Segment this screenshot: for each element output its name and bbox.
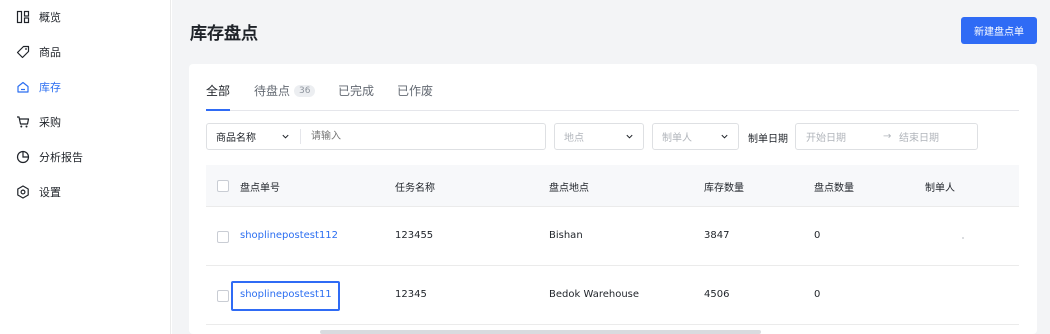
location-select[interactable]: 地点 xyxy=(554,123,644,150)
tab-active-indicator xyxy=(206,109,230,111)
sidebar-item-reports[interactable]: 分析报告 xyxy=(16,147,83,167)
keyword-filter-group: 商品名称 xyxy=(206,123,546,150)
column-header-id: 盘点单号 xyxy=(240,183,280,194)
tab-label: 全部 xyxy=(206,84,231,98)
tab-label: 已完成 xyxy=(338,84,375,98)
horizontal-scrollbar[interactable] xyxy=(320,330,761,334)
stocktake-card: 全部 待盘点 36 已完成 已作废 商品名称 地点 xyxy=(189,64,1037,334)
sidebar-item-products[interactable]: 商品 xyxy=(16,42,61,62)
creator-placeholder-dot xyxy=(962,237,964,239)
date-filter-label: 制单日期 xyxy=(748,134,788,145)
sidebar-item-label: 采购 xyxy=(39,116,61,129)
stocktake-id-link[interactable]: shoplinepostest11 xyxy=(240,289,332,300)
sidebar-item-inventory[interactable]: 库存 xyxy=(16,77,61,97)
sidebar-item-label: 商品 xyxy=(39,46,61,59)
tag-icon xyxy=(16,45,30,59)
sidebar-item-label: 概览 xyxy=(39,11,61,24)
settings-icon xyxy=(16,185,30,199)
column-header-creator: 制单人 xyxy=(925,183,955,194)
tab-label: 已作废 xyxy=(397,84,434,98)
stocktake-id-link[interactable]: shoplinepostest112 xyxy=(240,230,338,241)
tab-bar: 全部 待盘点 36 已完成 已作废 xyxy=(206,78,1019,111)
main-content: 库存盘点 新建盘点单 全部 待盘点 36 已完成 已作废 商品名称 请输入 地点… xyxy=(172,0,1050,334)
chart-icon xyxy=(16,150,30,164)
select-all-checkbox[interactable] xyxy=(217,180,229,192)
sidebar-item-purchasing[interactable]: 采购 xyxy=(16,112,61,132)
chevron-down-icon xyxy=(626,134,633,139)
stock-qty-cell: 3847 xyxy=(704,230,730,241)
cart-icon xyxy=(16,115,30,129)
date-range-picker[interactable]: 开始日期 → 结束日期 xyxy=(795,123,978,150)
tab-label: 待盘点 xyxy=(254,84,291,98)
task-name-cell: 12345 xyxy=(395,289,427,300)
counted-qty-cell: 0 xyxy=(814,230,821,241)
counted-qty-cell: 0 xyxy=(814,289,821,300)
tab-all[interactable]: 全部 xyxy=(206,82,230,99)
overview-icon xyxy=(16,10,30,24)
search-field-value: 商品名称 xyxy=(216,133,256,144)
creator-placeholder: 制单人 xyxy=(662,133,692,144)
end-date-placeholder: 结束日期 xyxy=(899,133,939,144)
location-cell: Bedok Warehouse xyxy=(549,289,640,300)
sidebar-item-label: 库存 xyxy=(39,81,61,94)
sidebar: 概览 商品 库存 采购 分析报告 设置 xyxy=(0,0,171,334)
table-row: shoplinepostest112 123455 Bishan 3847 0 xyxy=(206,207,1019,266)
sidebar-item-settings[interactable]: 设置 xyxy=(16,182,61,202)
sidebar-item-overview[interactable]: 概览 xyxy=(16,7,61,27)
location-placeholder: 地点 xyxy=(564,133,584,144)
task-name-cell: 123455 xyxy=(395,230,434,241)
column-header-location: 盘点地点 xyxy=(549,183,589,194)
row-checkbox[interactable] xyxy=(217,231,229,243)
column-header-stock: 库存数量 xyxy=(704,183,744,194)
chevron-down-icon xyxy=(282,134,289,139)
tab-pending[interactable]: 待盘点 36 xyxy=(254,82,316,99)
home-icon xyxy=(16,80,30,94)
tab-completed[interactable]: 已完成 xyxy=(338,82,374,99)
location-cell: Bishan xyxy=(549,230,583,241)
search-field-select[interactable]: 商品名称 xyxy=(207,124,300,149)
pending-count-badge: 36 xyxy=(294,84,316,97)
page-title: 库存盘点 xyxy=(190,24,258,44)
sidebar-item-label: 设置 xyxy=(39,186,61,199)
column-header-task: 任务名称 xyxy=(395,183,435,194)
tab-voided[interactable]: 已作废 xyxy=(397,82,433,99)
new-stocktake-button[interactable]: 新建盘点单 xyxy=(961,17,1037,44)
stock-qty-cell: 4506 xyxy=(704,289,730,300)
keyword-input[interactable] xyxy=(311,129,536,144)
table-row: shoplinepostest11 12345 Bedok Warehouse … xyxy=(206,266,1019,325)
creator-select[interactable]: 制单人 xyxy=(652,123,739,150)
sidebar-item-label: 分析报告 xyxy=(39,151,83,164)
date-range-arrow: → xyxy=(883,131,892,142)
start-date-placeholder: 开始日期 xyxy=(806,133,846,144)
row-checkbox[interactable] xyxy=(217,290,229,302)
filter-divider xyxy=(300,129,301,144)
table-header: 盘点单号 任务名称 盘点地点 库存数量 盘点数量 制单人 xyxy=(206,165,1019,207)
chevron-down-icon xyxy=(721,134,728,139)
column-header-counted: 盘点数量 xyxy=(814,183,854,194)
